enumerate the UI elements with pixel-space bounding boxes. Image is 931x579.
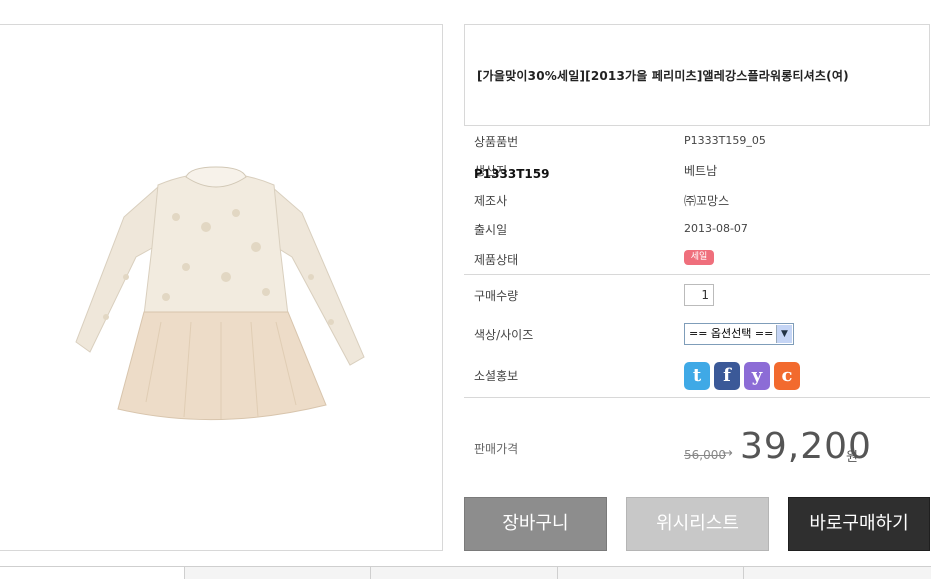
quantity-label: 구매수량 — [474, 289, 519, 303]
tab-1[interactable] — [0, 567, 184, 579]
original-price: 56,000 — [684, 448, 726, 462]
option-select-value: == 옵션선택 == — [689, 327, 774, 340]
chevron-down-icon[interactable]: ▼ — [776, 325, 792, 343]
tab-3[interactable] — [370, 567, 557, 579]
tab-5[interactable] — [743, 567, 931, 579]
quantity-input[interactable]: 1 — [684, 284, 714, 306]
option-select[interactable]: == 옵션선택 == ▼ — [684, 323, 794, 345]
info-value-product-code: P1333T159_05 — [684, 134, 766, 147]
buy-now-button[interactable]: 바로구매하기 — [788, 497, 930, 551]
overlay-product-code: P1333T159 — [474, 167, 550, 181]
detail-tab-bar — [0, 566, 931, 579]
sale-badge: 세일 — [684, 250, 714, 265]
twitter-icon[interactable]: t — [684, 362, 710, 390]
info-label-product-code: 상품품번 — [474, 135, 519, 149]
tab-2[interactable] — [184, 567, 370, 579]
yozm-icon[interactable]: y — [744, 362, 770, 390]
facebook-icon[interactable]: f — [714, 362, 740, 390]
product-title: [가을맞이30%세일][2013가을 페리미츠]앨레강스플라워롱티셔츠(여) — [464, 24, 930, 126]
info-value-origin: 베트남 — [684, 164, 718, 178]
price-label: 판매가격 — [474, 442, 519, 456]
tab-4[interactable] — [557, 567, 743, 579]
currency-unit: 원 — [846, 450, 858, 465]
cyworld-icon[interactable]: c — [774, 362, 800, 390]
divider — [464, 274, 930, 275]
social-label: 소셜홍보 — [474, 369, 519, 383]
dress-image[interactable] — [66, 147, 366, 447]
info-label-manufacturer: 제조사 — [474, 194, 508, 208]
product-image-panel — [0, 24, 443, 551]
info-label-release-date: 출시일 — [474, 223, 508, 237]
info-value-manufacturer: ㈜꼬망스 — [684, 194, 730, 208]
divider — [464, 397, 930, 398]
option-label: 색상/사이즈 — [474, 328, 534, 342]
wishlist-button[interactable]: 위시리스트 — [626, 497, 769, 551]
info-value-release-date: 2013-08-07 — [684, 222, 748, 235]
add-to-cart-button[interactable]: 장바구니 — [464, 497, 607, 551]
price-arrow: → — [722, 446, 733, 461]
info-label-status: 제품상태 — [474, 253, 519, 267]
